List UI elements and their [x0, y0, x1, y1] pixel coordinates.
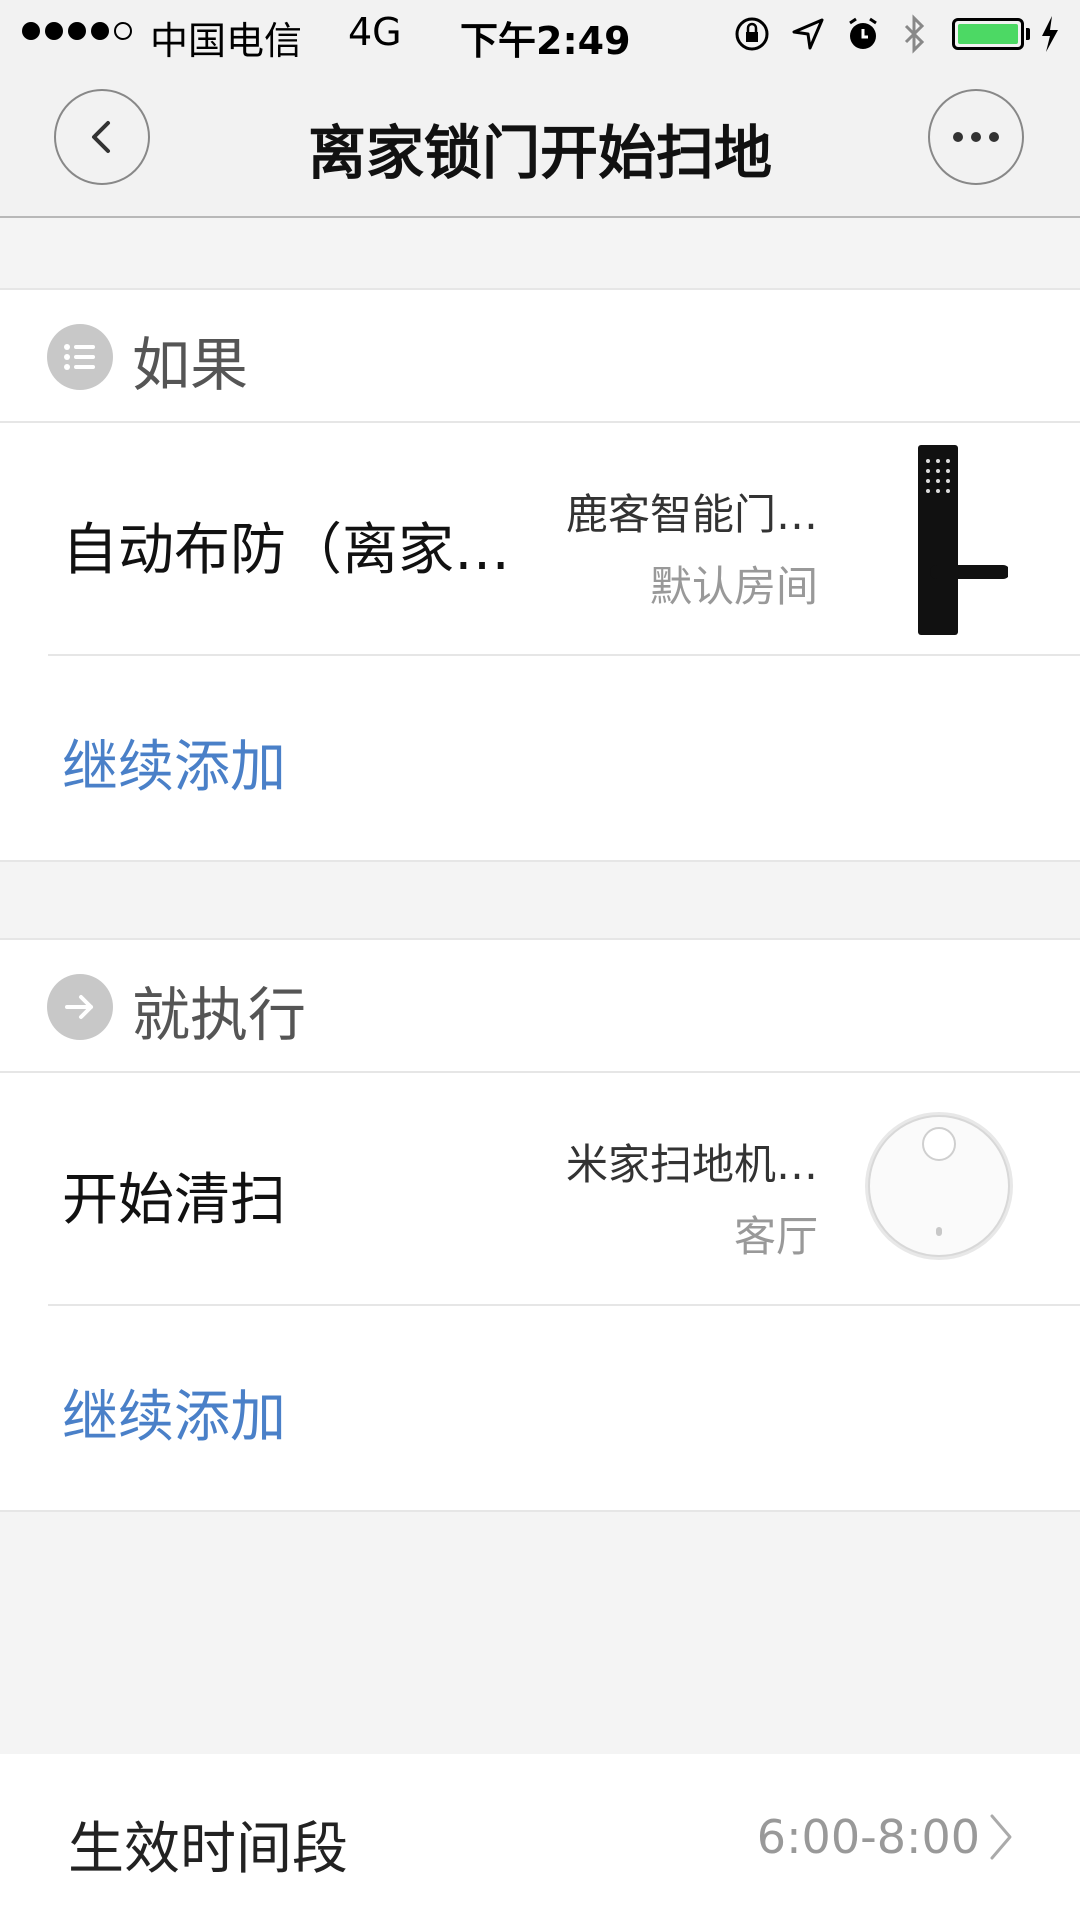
page-title: 离家锁门开始扫地: [307, 119, 772, 187]
then-section-label: 就执行: [132, 981, 307, 1049]
battery-icon: [952, 18, 1024, 50]
then-section: 就执行 开始清扫 米家扫地机… 客厅 继续添加: [0, 938, 1080, 1512]
alarm-icon: [849, 17, 877, 49]
add-condition-button[interactable]: 继续添加: [0, 656, 1080, 856]
if-section: 如果 自动布防（离家… 鹿客智能门… 默认房间 继续添加: [0, 288, 1080, 862]
charging-icon: [1042, 16, 1058, 52]
robot-vacuum-image: [865, 1112, 1013, 1260]
list-icon: [47, 324, 113, 390]
if-section-label: 如果: [132, 331, 249, 399]
then-section-header: 就执行: [0, 940, 1080, 1073]
effective-time-label: 生效时间段: [68, 1817, 348, 1882]
effective-time-value: 6:00-8:00: [756, 1810, 980, 1864]
bluetooth-icon: [904, 14, 925, 54]
effective-time-row[interactable]: 生效时间段 6:00-8:00: [0, 1754, 1080, 1917]
condition-device-name: 鹿客智能门…: [565, 490, 818, 539]
add-action-label: 继续添加: [62, 1385, 286, 1450]
add-condition-label: 继续添加: [62, 735, 286, 800]
signal-strength-icon: [22, 22, 132, 40]
network-type: 4G: [348, 10, 402, 54]
carrier-name: 中国电信: [150, 19, 303, 63]
more-button[interactable]: [928, 89, 1024, 185]
if-section-header: 如果: [0, 290, 1080, 423]
add-action-button[interactable]: 继续添加: [0, 1306, 1080, 1506]
status-bar: 中国电信 4G 下午2:49: [0, 0, 1080, 70]
location-icon: [792, 18, 824, 50]
action-room-name: 客厅: [733, 1212, 818, 1261]
more-dots-icon: [953, 132, 999, 142]
status-time: 下午2:49: [460, 19, 631, 63]
condition-title: 自动布防（离家…: [62, 518, 510, 583]
condition-room-name: 默认房间: [649, 562, 818, 611]
action-device-name: 米家扫地机…: [565, 1140, 818, 1189]
nav-bar: 离家锁门开始扫地: [0, 70, 1080, 218]
chevron-right-icon: [990, 1814, 1012, 1860]
action-item[interactable]: 开始清扫 米家扫地机… 客厅: [0, 1073, 1080, 1306]
rotation-lock-icon: [735, 17, 769, 51]
smart-lock-image: [918, 445, 1008, 635]
condition-item[interactable]: 自动布防（离家… 鹿客智能门… 默认房间: [0, 423, 1080, 656]
action-title: 开始清扫: [62, 1168, 286, 1233]
arrow-right-icon: [47, 974, 113, 1040]
